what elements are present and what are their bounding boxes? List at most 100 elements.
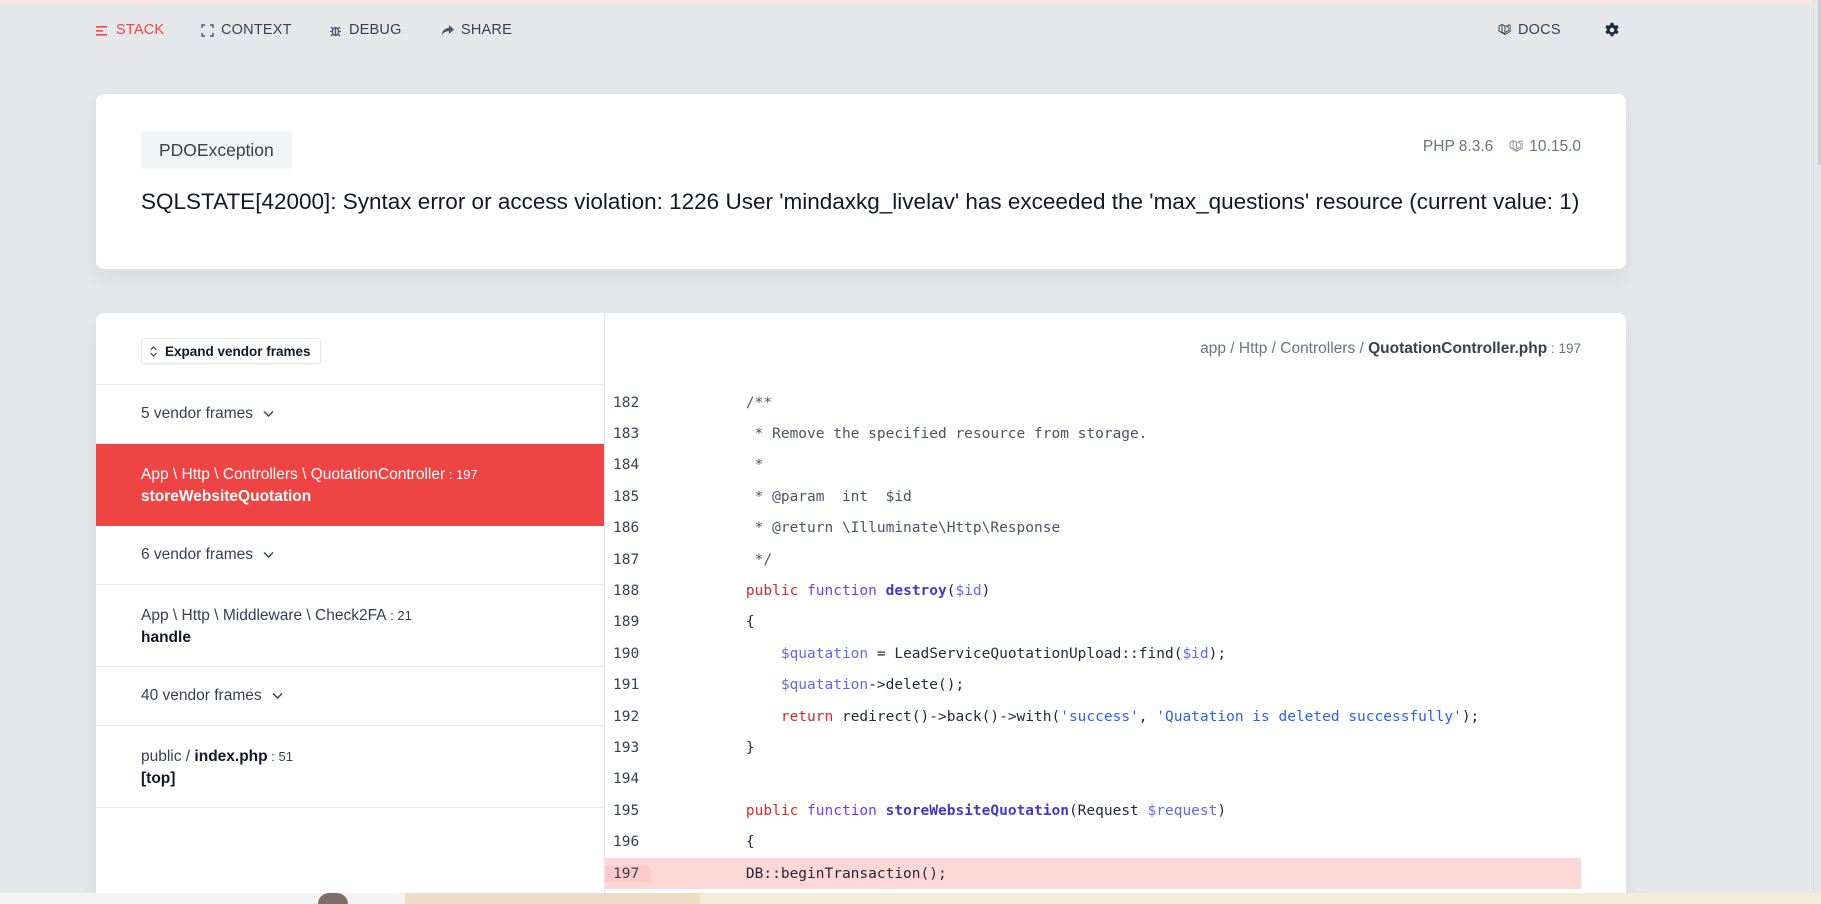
line-number: 195	[613, 802, 640, 819]
frames-list: Expand vendor frames 5 vendor frames App…	[96, 313, 605, 904]
code-viewer: app / Http / Controllers / QuotationCont…	[605, 313, 1626, 904]
line-number: 194	[613, 771, 640, 788]
share-icon	[441, 24, 454, 35]
file-path-prefix: app / Http / Controllers /	[1200, 340, 1369, 357]
code-text: DB::beginTransaction();	[711, 865, 947, 882]
laravel-icon	[1498, 23, 1511, 35]
code-line: 186 * @return \Illuminate\Http\Response	[605, 513, 1581, 544]
code-line: 194	[605, 764, 1581, 795]
nav-docs-label: DOCS	[1518, 22, 1561, 38]
nav-context[interactable]: CONTEXT	[201, 19, 292, 41]
line-number: 188	[613, 583, 640, 600]
stack-icon	[96, 25, 107, 36]
line-number: 196	[613, 834, 640, 851]
frame-selected[interactable]: App \ Http \ Controllers \ QuotationCont…	[96, 444, 604, 526]
code-text: {	[711, 834, 755, 851]
vendor-frames-group[interactable]: 40 vendor frames	[96, 667, 604, 726]
nav-share[interactable]: SHARE	[441, 19, 512, 41]
file-line: : 197	[1547, 341, 1581, 356]
vendor-frames-label: 5 vendor frames	[141, 405, 253, 422]
code-line: 188 public function destroy($id)	[605, 575, 1581, 606]
frame-method: [top]	[141, 770, 176, 787]
frame-prefix: public /	[141, 748, 195, 765]
frame-path: App \ Http \ Middleware \ Check2FA : 21	[141, 607, 559, 625]
frame-entry[interactable]: public / index.php : 51 [top]	[96, 726, 604, 808]
nav-docs[interactable]: DOCS	[1498, 19, 1561, 41]
code-line: 195 public function storeWebsiteQuotatio…	[605, 795, 1581, 826]
code-line: 182 /**	[605, 387, 1581, 418]
nav-debug[interactable]: DEBUG	[329, 19, 402, 41]
exception-message: SQLSTATE[42000]: Syntax error or access …	[141, 189, 1580, 214]
file-name: QuotationController.php	[1368, 340, 1548, 357]
framework-version-label: 10.15.0	[1529, 138, 1581, 155]
code-text: return redirect()->back()->with('success…	[780, 708, 1480, 725]
frame-path: public / index.php : 51	[141, 748, 559, 766]
line-number: 190	[613, 645, 640, 662]
code-line: 190 $quatation = LeadServiceQuotationUpl…	[605, 638, 1581, 669]
frame-middleware[interactable]: App \ Http \ Middleware \ Check2FA : 21 …	[96, 585, 604, 667]
code-line: 196 {	[605, 826, 1581, 857]
vendor-frames-group[interactable]: 5 vendor frames	[96, 385, 604, 444]
code-text: * @param int $id	[711, 488, 912, 505]
chevron-updown-icon	[150, 345, 157, 357]
code-text: /**	[711, 394, 773, 411]
avatar	[318, 893, 348, 904]
code-text: $quatation->delete();	[780, 677, 965, 694]
code-text: * @return \Illuminate\Http\Response	[711, 520, 1061, 537]
code-text: public function destroy($id)	[745, 583, 991, 600]
nav-share-label: SHARE	[461, 22, 512, 38]
code-line: 189 {	[605, 607, 1581, 638]
chevron-down-icon	[263, 551, 274, 559]
gear-icon	[1605, 22, 1619, 37]
frame-method: handle	[141, 629, 191, 646]
nav-stack[interactable]: STACK	[96, 19, 164, 41]
exception-header-card: PDOException PHP 8.3.6 10.15.0 SQLSTATE[…	[96, 94, 1626, 269]
frame-line: : 51	[267, 749, 293, 764]
expand-row: Expand vendor frames	[96, 313, 604, 385]
line-number: 187	[613, 551, 640, 568]
line-number: 186	[613, 520, 640, 537]
frame-file: index.php	[194, 748, 268, 765]
vendor-frames-label: 6 vendor frames	[141, 546, 253, 563]
code-line: 183 * Remove the specified resource from…	[605, 418, 1581, 449]
php-version: PHP 8.3.6	[1422, 138, 1494, 155]
frame-class: App \ Http \ Controllers \ QuotationCont…	[141, 466, 446, 483]
settings-button[interactable]	[1604, 19, 1620, 41]
version-info: PHP 8.3.6 10.15.0	[1423, 138, 1581, 156]
code-line: 192 return redirect()->back()->with('suc…	[605, 701, 1581, 732]
frame-class: App \ Http \ Middleware \ Check2FA	[141, 607, 387, 624]
code-line: 193 }	[605, 732, 1581, 763]
page-scrollbar[interactable]	[1813, 0, 1821, 894]
line-number: 197	[605, 865, 650, 882]
vendor-frames-group[interactable]: 6 vendor frames	[96, 526, 604, 585]
code-text: */	[711, 551, 773, 568]
code-line: 185 * @param int $id	[605, 481, 1581, 512]
code-text: $quatation = LeadServiceQuotationUpload:…	[780, 645, 1227, 662]
line-number: 193	[613, 739, 640, 756]
code-line: 187 */	[605, 544, 1581, 575]
vendor-frames-label: 40 vendor frames	[141, 687, 262, 704]
laravel-icon	[1509, 140, 1524, 152]
chevron-down-icon	[263, 410, 274, 418]
code-text: * Remove the specified resource from sto…	[711, 426, 1148, 443]
nav-debug-label: DEBUG	[349, 22, 402, 38]
bug-icon	[330, 26, 341, 36]
expand-vendor-frames-button[interactable]: Expand vendor frames	[141, 338, 321, 364]
code-snippet: 182 /** 183 * Remove the specified resou…	[605, 387, 1581, 890]
exception-class-badge: PDOException	[141, 131, 292, 169]
frame-line: : 21	[386, 608, 412, 623]
line-number: 189	[613, 614, 640, 631]
frame-path: App \ Http \ Controllers \ QuotationCont…	[141, 466, 559, 484]
nav-context-label: CONTEXT	[221, 22, 292, 38]
code-text: {	[711, 614, 755, 631]
taskbar-strip	[0, 893, 1821, 904]
chevron-down-icon	[272, 692, 283, 700]
frame-line: : 197	[445, 467, 478, 482]
frame-method: storeWebsiteQuotation	[141, 488, 312, 505]
file-path[interactable]: app / Http / Controllers / QuotationCont…	[1200, 340, 1581, 358]
nav-stack-label: STACK	[116, 22, 165, 38]
code-line: 184 *	[605, 450, 1581, 481]
framework-version: 10.15.0	[1509, 138, 1581, 156]
expand-icon	[201, 23, 214, 37]
